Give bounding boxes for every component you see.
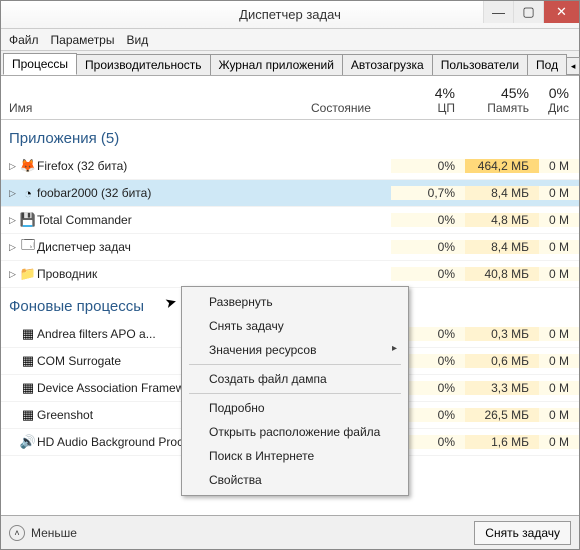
context-item[interactable]: Снять задачу [185,314,405,338]
fewer-label: Меньше [31,526,77,540]
cpu-cell: 0% [391,240,465,254]
mem-cell: 464,2 МБ [465,159,539,173]
expand-icon[interactable]: ▷ [9,215,19,226]
disk-cell: 0 М [539,354,579,368]
process-name: Диспетчер задач [37,240,311,254]
context-item[interactable]: Поиск в Интернете [185,444,405,468]
mem-cell: 26,5 МБ [465,408,539,422]
process-row[interactable]: ▷◔foobar2000 (32 бита) 0,7%8,4 МБ0 М [1,180,579,207]
mem-cell: 0,6 МБ [465,354,539,368]
mem-cell: 4,8 МБ [465,213,539,227]
maximize-button[interactable]: ▢ [513,1,543,23]
tab-processes[interactable]: Процессы [3,53,77,75]
app-icon: 💾 [19,212,37,228]
tabs: Процессы Производительность Журнал прило… [1,51,579,76]
content-area: Имя Состояние 4%ЦП 45%Память 0%Дис Прило… [1,76,579,515]
expand-icon[interactable]: ▷ [9,242,19,253]
menu-view[interactable]: Вид [126,33,148,47]
app-icon: 🗔 [19,236,37,258]
tab-scroll: ◂ ▸ [566,57,580,75]
expand-icon[interactable]: ▷ [9,188,19,199]
tab-app-history[interactable]: Журнал приложений [210,54,343,75]
tab-users[interactable]: Пользователи [432,54,528,75]
context-item[interactable]: Создать файл дампа [185,367,405,391]
process-row[interactable]: ▷🗔Диспетчер задач 0%8,4 МБ0 М [1,234,579,261]
process-row[interactable]: ▷💾Total Commander 0%4,8 МБ0 М [1,207,579,234]
disk-cell: 0 М [539,240,579,254]
cpu-cell: 0% [391,213,465,227]
expand-icon[interactable]: ▷ [9,161,19,172]
cpu-cell: 0% [391,267,465,281]
process-name: Firefox (32 бита) [37,159,311,173]
tab-startup[interactable]: Автозагрузка [342,54,433,75]
disk-cell: 0 М [539,186,579,200]
app-icon: ▦ [19,407,37,423]
app-icon: ▦ [19,353,37,369]
tab-more[interactable]: Под [527,54,567,75]
disk-cell: 0 М [539,327,579,341]
disk-cell: 0 М [539,435,579,449]
process-name: foobar2000 (32 бита) [37,186,311,200]
process-name: Total Commander [37,213,311,227]
app-icon: 🔊 [19,434,37,450]
disk-cell: 0 М [539,159,579,173]
titlebar[interactable]: Диспетчер задач — ▢ ✕ [1,1,579,29]
chevron-up-icon: ˄ [9,525,25,541]
context-item[interactable]: Значения ресурсов [185,338,405,362]
fewer-details-button[interactable]: ˄ Меньше [9,525,77,541]
minimize-button[interactable]: — [483,1,513,23]
process-row[interactable]: ▷📁Проводник 0%40,8 МБ0 М [1,261,579,288]
col-mem-header[interactable]: 45%Память [465,85,539,115]
close-button[interactable]: ✕ [543,1,579,23]
expand-icon[interactable]: ▷ [9,269,19,280]
context-separator [189,364,401,365]
column-headers: Имя Состояние 4%ЦП 45%Память 0%Дис [1,76,579,120]
context-separator [189,393,401,394]
col-cpu-header[interactable]: 4%ЦП [391,85,465,115]
process-name: Проводник [37,267,311,281]
disk-cell: 0 М [539,213,579,227]
menu-file[interactable]: Файл [9,33,39,47]
mem-cell: 40,8 МБ [465,267,539,281]
menu-options[interactable]: Параметры [51,33,115,47]
cpu-cell: 0% [391,159,465,173]
apps-section-header: Приложения (5) [1,120,579,153]
col-disk-header[interactable]: 0%Дис [539,85,579,115]
context-item[interactable]: Открыть расположение файла [185,420,405,444]
app-icon: ◔ [19,186,37,201]
app-icon: ▦ [19,326,37,342]
mem-cell: 1,6 МБ [465,435,539,449]
end-task-button[interactable]: Снять задачу [474,521,571,545]
process-row[interactable]: ▷🦊Firefox (32 бита) 0%464,2 МБ0 М [1,153,579,180]
app-icon: 📁 [19,266,37,282]
mem-cell: 8,4 МБ [465,240,539,254]
task-manager-window: Диспетчер задач — ▢ ✕ Файл Параметры Вид… [0,0,580,550]
mem-cell: 8,4 МБ [465,186,539,200]
disk-cell: 0 М [539,267,579,281]
tab-scroll-left[interactable]: ◂ [566,57,580,75]
app-icon: ▦ [19,380,37,396]
context-item[interactable]: Подробно [185,396,405,420]
mem-cell: 0,3 МБ [465,327,539,341]
col-name-header[interactable]: Имя [1,101,311,115]
context-item[interactable]: Развернуть [185,290,405,314]
statusbar: ˄ Меньше Снять задачу [1,515,579,549]
context-item[interactable]: Свойства [185,468,405,492]
col-status-header[interactable]: Состояние [311,101,391,115]
window-buttons: — ▢ ✕ [483,1,579,23]
tab-performance[interactable]: Производительность [76,54,210,75]
mem-cell: 3,3 МБ [465,381,539,395]
context-menu: РазвернутьСнять задачуЗначения ресурсов С… [181,286,409,496]
menubar: Файл Параметры Вид [1,29,579,51]
app-icon: 🦊 [19,158,37,174]
cpu-cell: 0,7% [391,186,465,200]
disk-cell: 0 М [539,381,579,395]
disk-cell: 0 М [539,408,579,422]
